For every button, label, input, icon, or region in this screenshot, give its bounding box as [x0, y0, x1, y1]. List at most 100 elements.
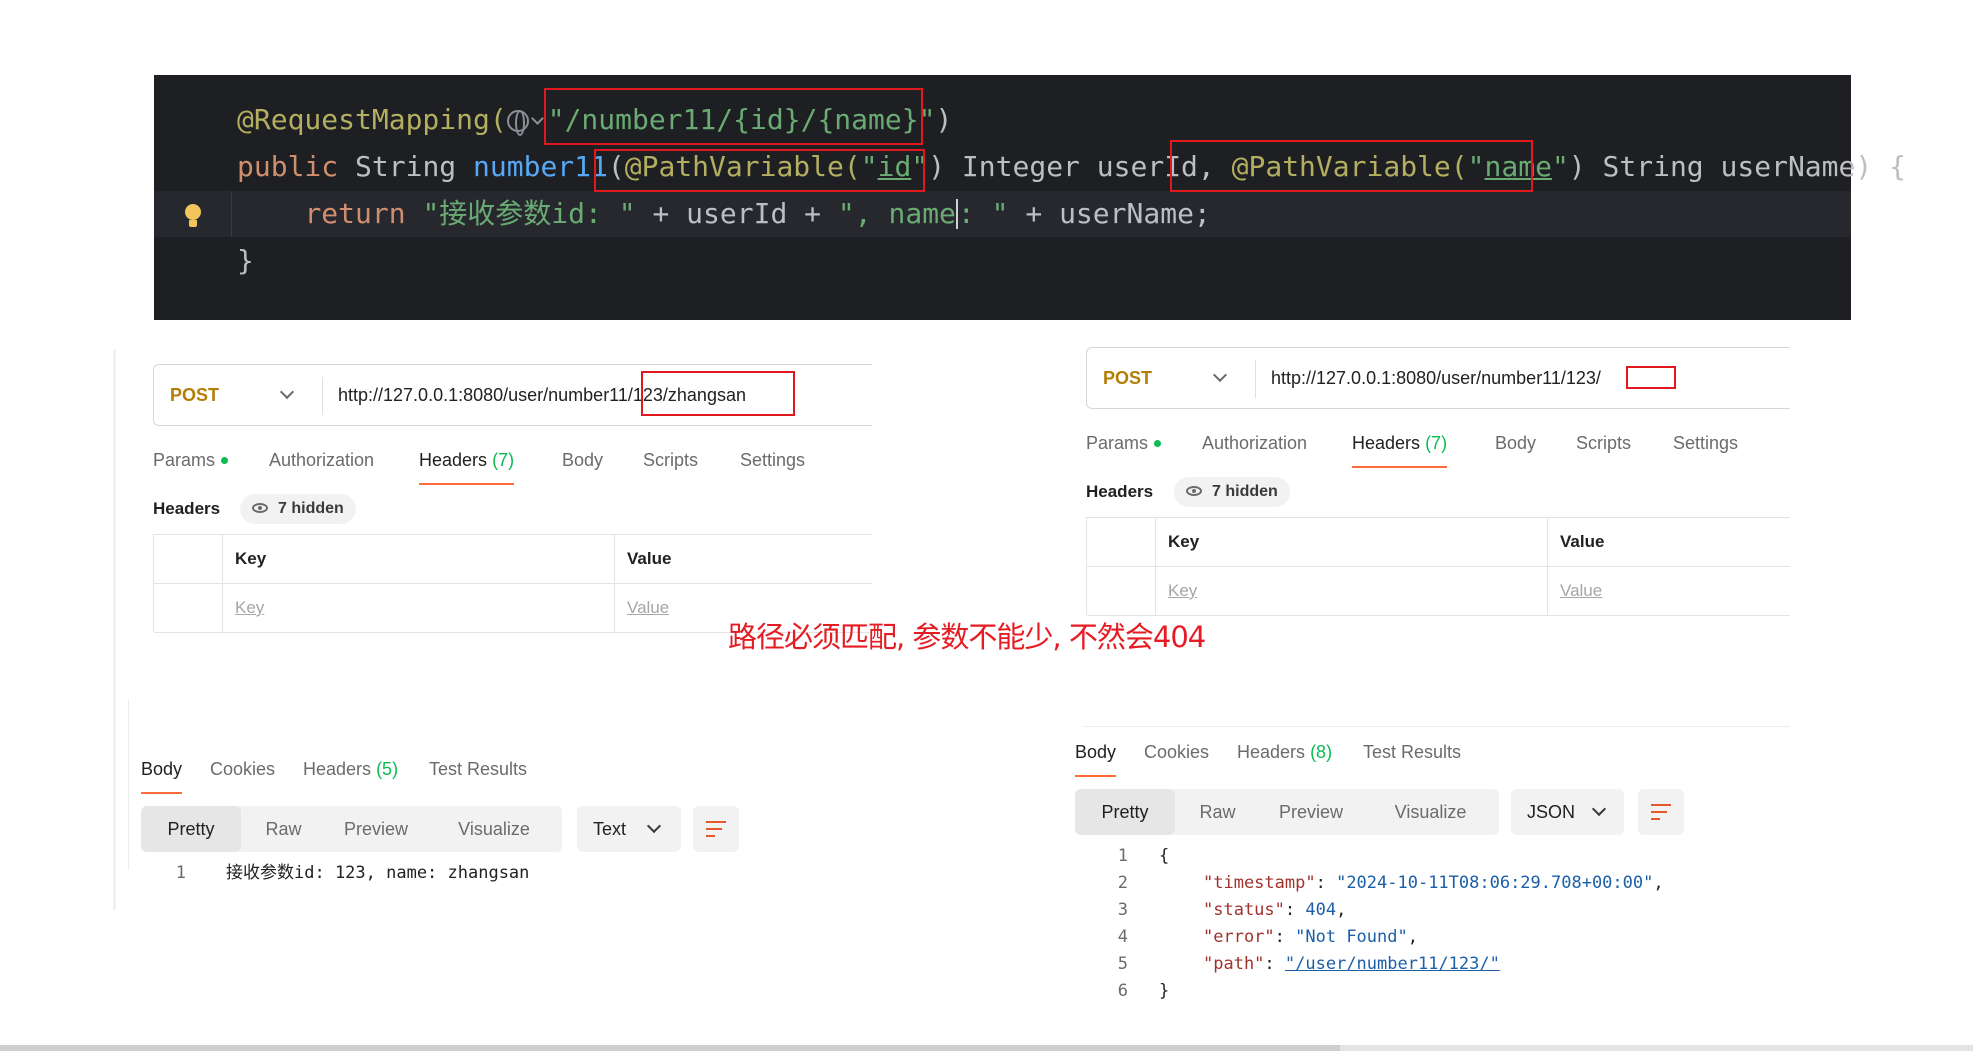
method-select[interactable]: POST — [1103, 348, 1152, 408]
wrap-lines-button[interactable] — [693, 806, 739, 852]
eye-icon — [1186, 486, 1202, 496]
line-number: 1 — [1117, 846, 1128, 866]
tab-label: Headers — [303, 759, 372, 779]
lightbulb-icon[interactable] — [184, 204, 202, 230]
json-key: "path" — [1203, 954, 1265, 974]
hidden-headers-chip[interactable]: 7 hidden — [240, 494, 356, 524]
request-tabs: Params Authorization Headers (7) Body Sc… — [153, 445, 872, 485]
view-preview[interactable]: Preview — [326, 806, 426, 852]
resp-tab-cookies[interactable]: Cookies — [1144, 737, 1209, 767]
line-number: 3 — [1117, 900, 1128, 920]
string-literal-2: ", name — [837, 197, 956, 230]
resp-tab-body[interactable]: Body — [141, 754, 183, 794]
json-status: "status": 404, — [1203, 900, 1347, 920]
paren-close: ) — [928, 150, 946, 183]
table-row: Key Value — [1087, 567, 1790, 616]
horizontal-scrollbar[interactable] — [0, 1045, 1973, 1051]
tab-body[interactable]: Body — [1495, 428, 1536, 458]
tab-settings[interactable]: Settings — [740, 445, 805, 475]
request-tabs: Params Authorization Headers (7) Body Sc… — [1086, 428, 1790, 468]
line-number: 4 — [1117, 927, 1128, 947]
line-number: 2 — [1117, 873, 1128, 893]
tab-params[interactable]: Params — [153, 445, 229, 475]
json-path-link[interactable]: "/user/number11/123/" — [1285, 954, 1500, 974]
url-input[interactable]: http://127.0.0.1:8080/user/number11/123/ — [1271, 348, 1601, 408]
tab-count: (5) — [376, 759, 399, 779]
format-label: Text — [593, 819, 627, 839]
format-select[interactable]: JSON — [1511, 789, 1624, 835]
quote: " — [911, 150, 929, 183]
view-visualize[interactable]: Visualize — [426, 806, 562, 852]
concat-user-id: + userId + — [635, 197, 838, 230]
tab-settings[interactable]: Settings — [1673, 428, 1738, 458]
path-variable-annotation-1: @PathVariable( — [624, 150, 861, 183]
method-name: number11 — [473, 150, 608, 183]
quote: " — [1551, 150, 1569, 183]
tab-authorization[interactable]: Authorization — [269, 445, 374, 475]
quote: " — [860, 150, 878, 183]
view-visualize[interactable]: Visualize — [1362, 789, 1499, 835]
string-literal-2-tail: : " — [957, 197, 1009, 230]
path-variable-annotation-2: @PathVariable( — [1231, 150, 1468, 183]
line-number: 6 — [1117, 981, 1128, 1001]
resp-tab-headers[interactable]: Headers (8) — [1237, 737, 1332, 767]
chevron-down-icon[interactable] — [530, 112, 544, 125]
chevron-down-icon[interactable] — [279, 384, 295, 400]
path-variable-id: id — [877, 150, 912, 183]
key-input[interactable]: Key — [1155, 567, 1547, 615]
resp-tab-test-results[interactable]: Test Results — [429, 754, 527, 784]
view-mode-group: Pretty Raw Preview Visualize — [141, 806, 562, 852]
json-value: "2024-10-11T08:06:29.708+00:00" — [1336, 873, 1654, 893]
tab-scripts[interactable]: Scripts — [1576, 428, 1631, 458]
chevron-down-icon — [646, 818, 662, 834]
value-input[interactable]: Value — [1547, 567, 1791, 615]
annotation-note: 路径必须匹配, 参数不能少, 不然会404 — [728, 620, 1206, 654]
headers-table: Key Value Key Value — [1086, 517, 1790, 616]
wrap-lines-button[interactable] — [1638, 789, 1684, 835]
hidden-count: 7 hidden — [278, 500, 344, 517]
json-value: 404 — [1305, 900, 1337, 920]
view-raw[interactable]: Raw — [241, 806, 326, 852]
paren-close: ) — [935, 103, 953, 136]
globe-icon[interactable] — [506, 110, 529, 136]
view-raw[interactable]: Raw — [1175, 789, 1260, 835]
tab-params[interactable]: Params — [1086, 428, 1162, 458]
code-editor[interactable]: @RequestMapping("/number11/{id}/{name}")… — [154, 75, 1906, 320]
code-line-2: public String number11(@PathVariable("id… — [154, 144, 1906, 190]
resp-tab-body[interactable]: Body — [1075, 737, 1117, 777]
wrap-lines-icon — [706, 820, 726, 838]
method-select[interactable]: POST — [170, 365, 219, 425]
code-line-1: @RequestMapping("/number11/{id}/{name}") — [154, 97, 1851, 143]
tab-label: Headers — [1352, 433, 1421, 453]
keyword-return: return — [304, 197, 406, 230]
format-select[interactable]: Text — [577, 806, 681, 852]
key-input[interactable]: Key — [222, 584, 614, 632]
tab-label: Params — [153, 450, 216, 470]
response-text: 接收参数id: 123, name: zhangsan — [226, 863, 530, 883]
response-body[interactable]: 1 接收参数id: 123, name: zhangsan — [162, 860, 762, 890]
param-user-id: Integer userId, — [945, 150, 1232, 183]
response-body[interactable]: 1 2 3 4 5 6 { "timestamp": "2024-10-11T0… — [1104, 843, 1804, 1013]
resp-tab-cookies[interactable]: Cookies — [210, 754, 275, 784]
json-key: "timestamp" — [1203, 873, 1316, 893]
value-header: Value — [614, 535, 873, 583]
resp-tab-test-results[interactable]: Test Results — [1363, 737, 1461, 767]
resp-tab-headers[interactable]: Headers (5) — [303, 754, 398, 784]
url-input[interactable]: http://127.0.0.1:8080/user/number11/123/… — [338, 365, 746, 425]
hidden-headers-chip[interactable]: 7 hidden — [1174, 477, 1290, 507]
tab-body[interactable]: Body — [562, 445, 603, 475]
tab-scripts[interactable]: Scripts — [643, 445, 698, 475]
request-url-bar[interactable]: POST http://127.0.0.1:8080/user/number11… — [1086, 347, 1790, 409]
tab-headers[interactable]: Headers (7) — [419, 445, 515, 485]
tab-headers[interactable]: Headers (7) — [1352, 428, 1448, 468]
chevron-down-icon[interactable] — [1212, 367, 1228, 383]
json-key: "status" — [1203, 900, 1285, 920]
view-pretty[interactable]: Pretty — [1075, 789, 1175, 835]
key-header: Key — [1155, 518, 1547, 566]
view-pretty[interactable]: Pretty — [141, 806, 241, 852]
request-url-bar[interactable]: POST http://127.0.0.1:8080/user/number11… — [153, 364, 872, 426]
line-number: 5 — [1117, 954, 1128, 974]
tab-authorization[interactable]: Authorization — [1202, 428, 1307, 458]
view-preview[interactable]: Preview — [1260, 789, 1362, 835]
status-dot — [1154, 440, 1162, 447]
